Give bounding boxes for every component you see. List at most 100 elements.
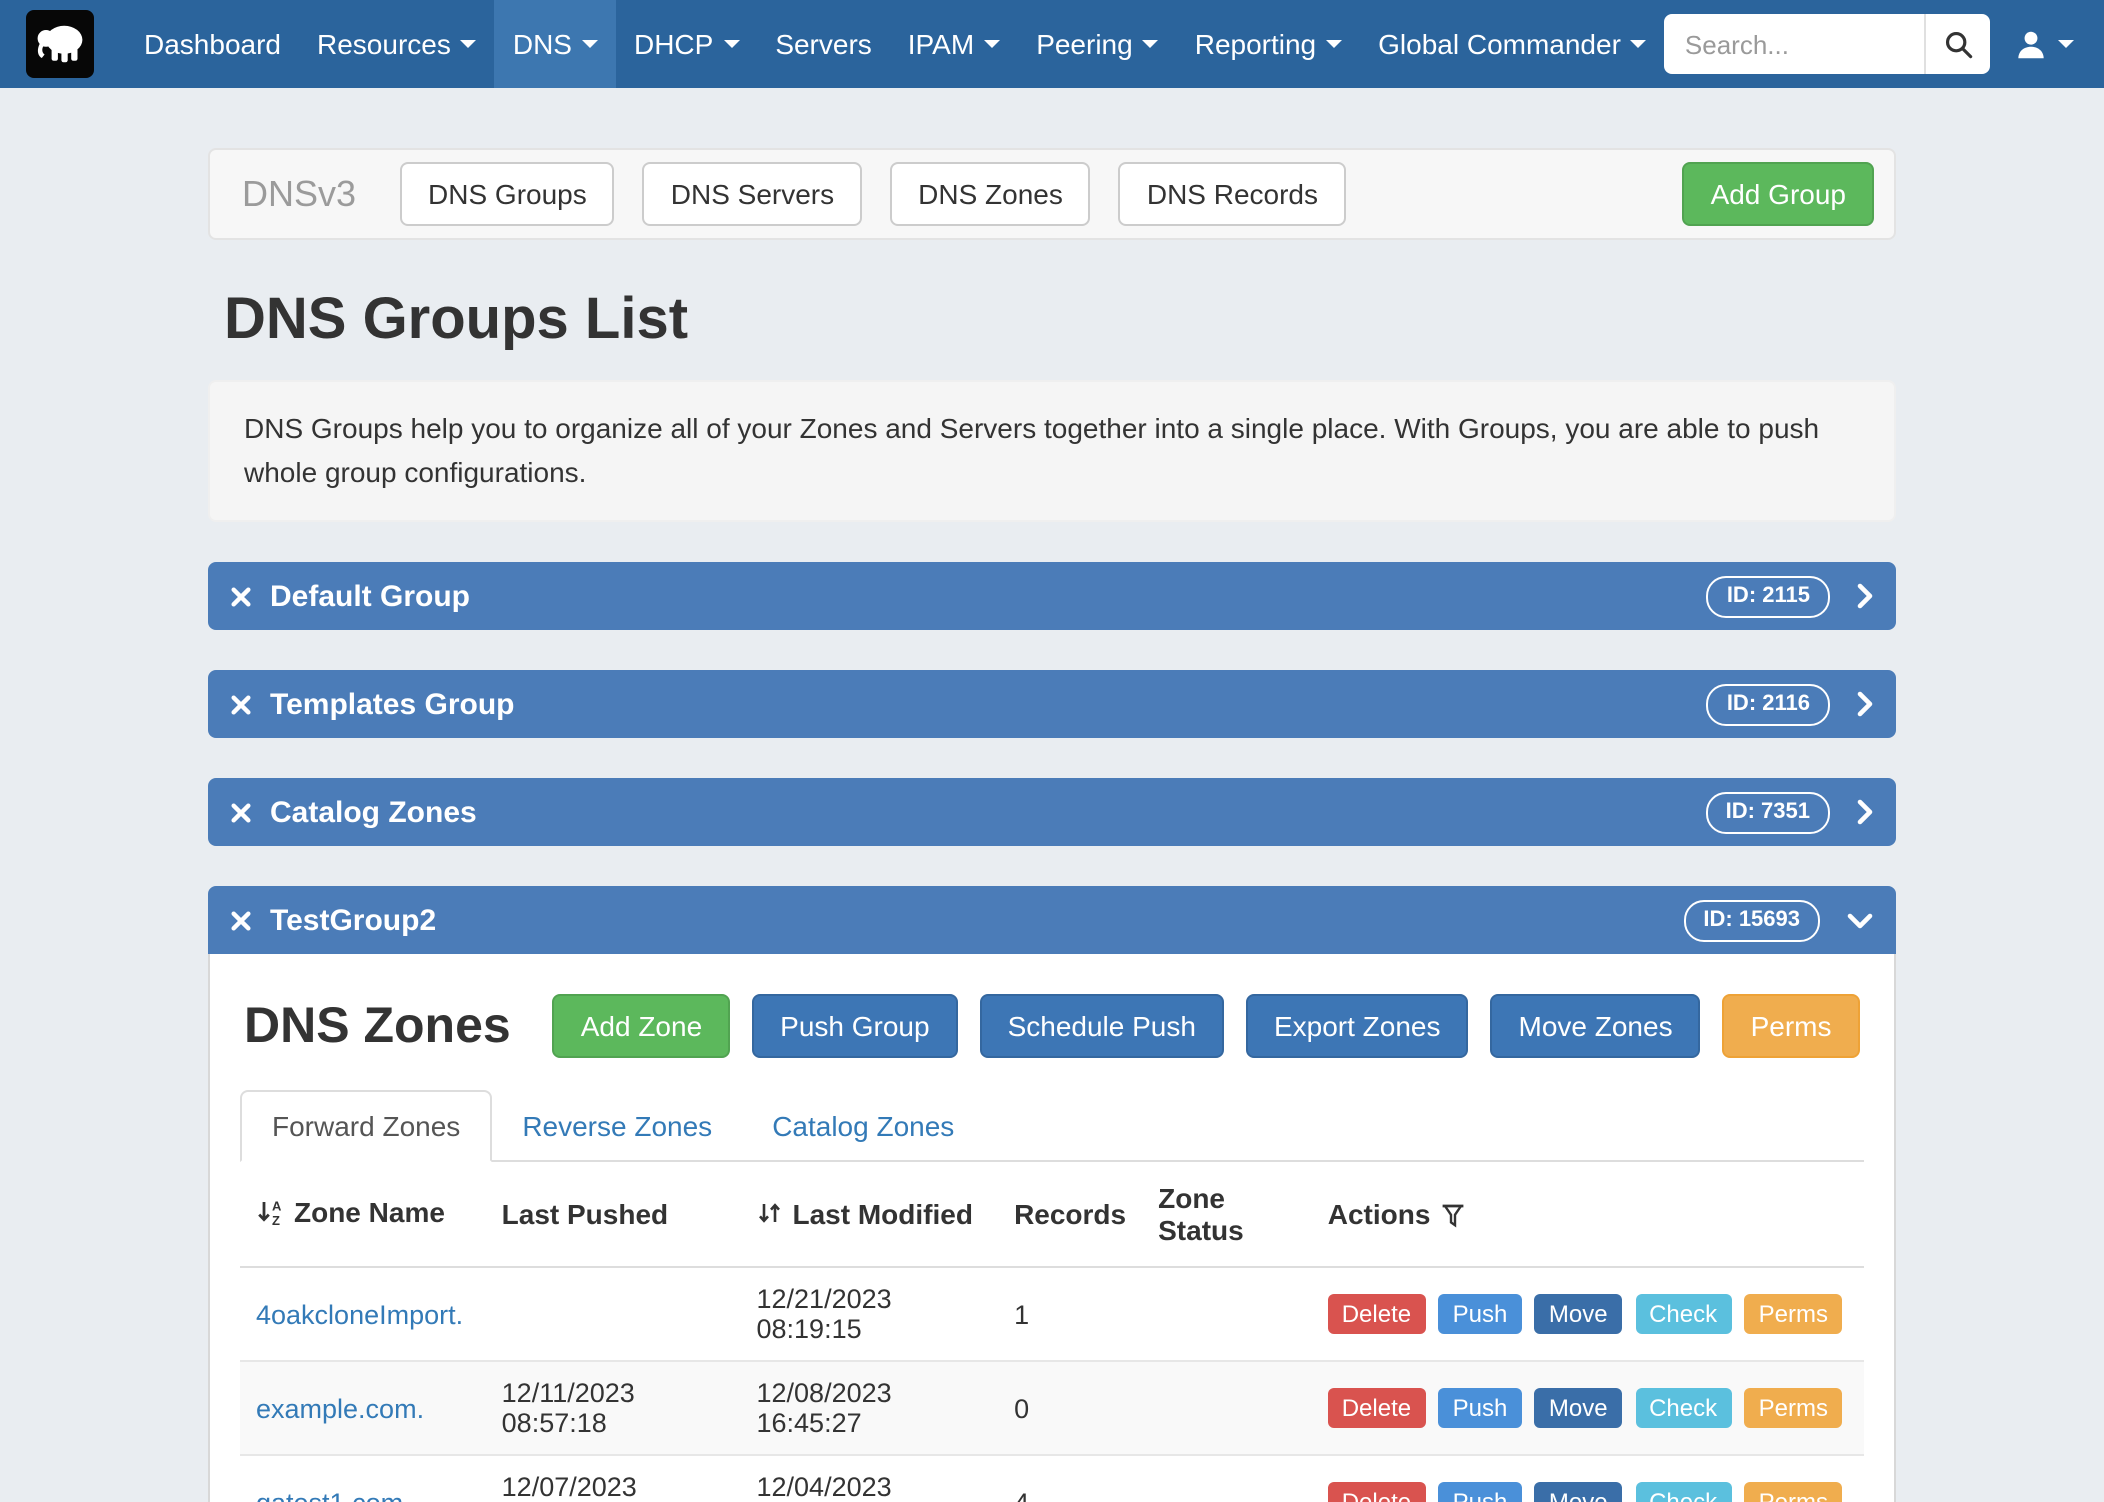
top-navbar: Dashboard Resources DNS DHCP Servers IPA… bbox=[0, 0, 2104, 88]
remove-group-icon[interactable] bbox=[230, 802, 252, 824]
delete-button[interactable]: Delete bbox=[1328, 1389, 1425, 1429]
delete-button[interactable]: Delete bbox=[1328, 1295, 1425, 1335]
check-button[interactable]: Check bbox=[1635, 1483, 1731, 1502]
zone-name-link[interactable]: example.com. bbox=[256, 1394, 424, 1424]
dns-records-button[interactable]: DNS Records bbox=[1119, 162, 1346, 226]
col-last-pushed[interactable]: Last Pushed bbox=[486, 1163, 741, 1268]
zone-name-link[interactable]: 4oakcloneImport. bbox=[256, 1300, 463, 1330]
chevron-right-icon[interactable] bbox=[1856, 691, 1874, 719]
move-button[interactable]: Move bbox=[1535, 1389, 1622, 1429]
nav-item-resources[interactable]: Resources bbox=[299, 0, 495, 88]
col-zone-status[interactable]: Zone Status bbox=[1142, 1163, 1312, 1268]
group-name: Templates Group bbox=[270, 688, 515, 722]
search-button[interactable] bbox=[1925, 14, 1991, 74]
group-bar-right: ID: 2115 bbox=[1707, 576, 1874, 617]
mammoth-logo[interactable] bbox=[26, 10, 94, 78]
nav-item-dashboard[interactable]: Dashboard bbox=[126, 0, 299, 88]
filter-icon[interactable] bbox=[1440, 1202, 1466, 1228]
col-records[interactable]: Records bbox=[998, 1163, 1142, 1268]
user-menu[interactable] bbox=[2011, 27, 2079, 61]
push-button[interactable]: Push bbox=[1439, 1483, 1522, 1502]
perms-row-button[interactable]: Perms bbox=[1745, 1483, 1842, 1502]
caret-down-icon bbox=[723, 40, 739, 48]
navbar-right bbox=[1665, 0, 2079, 88]
perms-button[interactable]: Perms bbox=[1723, 995, 1860, 1059]
remove-group-icon[interactable] bbox=[230, 694, 252, 716]
nav-item-ipam[interactable]: IPAM bbox=[890, 0, 1018, 88]
push-button[interactable]: Push bbox=[1439, 1389, 1522, 1429]
search-icon bbox=[1944, 29, 1974, 59]
caret-down-icon bbox=[1631, 40, 1647, 48]
dns-zones-button[interactable]: DNS Zones bbox=[890, 162, 1091, 226]
check-button[interactable]: Check bbox=[1635, 1389, 1731, 1429]
col-zone-name[interactable]: AZ Zone Name bbox=[240, 1163, 486, 1268]
nav-item-peering[interactable]: Peering bbox=[1018, 0, 1177, 88]
table-row: qatest1.com. 12/07/2023 19:40:07 12/04/2… bbox=[240, 1456, 1864, 1502]
nav-item-servers[interactable]: Servers bbox=[757, 0, 889, 88]
nav-item-global-commander[interactable]: Global Commander bbox=[1360, 0, 1665, 88]
col-last-modified[interactable]: Last Modified bbox=[741, 1163, 999, 1268]
caret-down-icon bbox=[1326, 40, 1342, 48]
delete-button[interactable]: Delete bbox=[1328, 1483, 1425, 1502]
remove-group-icon[interactable] bbox=[230, 586, 252, 608]
caret-down-icon bbox=[582, 40, 598, 48]
page-title: DNS Groups List bbox=[224, 288, 1896, 354]
last-pushed-cell: 12/07/2023 19:40:07 bbox=[486, 1456, 741, 1502]
table-row: 4oakcloneImport. 12/21/2023 08:19:15 1 D… bbox=[240, 1268, 1864, 1362]
records-cell: 0 bbox=[998, 1362, 1142, 1456]
zone-name-link[interactable]: qatest1.com. bbox=[256, 1488, 411, 1502]
page-description: DNS Groups help you to organize all of y… bbox=[208, 380, 1896, 523]
check-button[interactable]: Check bbox=[1635, 1295, 1731, 1335]
push-group-button[interactable]: Push Group bbox=[752, 995, 957, 1059]
chevron-down-icon[interactable] bbox=[1846, 912, 1874, 930]
group-bar-right: ID: 15693 bbox=[1683, 900, 1874, 941]
move-zones-button[interactable]: Move Zones bbox=[1491, 995, 1701, 1059]
add-group-button[interactable]: Add Group bbox=[1683, 162, 1874, 226]
push-button[interactable]: Push bbox=[1439, 1295, 1522, 1335]
records-cell: 4 bbox=[998, 1456, 1142, 1502]
move-button[interactable]: Move bbox=[1535, 1295, 1622, 1335]
nav-item-dns[interactable]: DNS bbox=[495, 0, 616, 88]
group-id-badge: ID: 2116 bbox=[1707, 684, 1830, 725]
nav-item-reporting[interactable]: Reporting bbox=[1177, 0, 1360, 88]
group-bar-templates-group[interactable]: Templates Group ID: 2116 bbox=[208, 671, 1896, 739]
nav-label: Dashboard bbox=[144, 28, 281, 60]
sort-alpha-down-icon[interactable]: AZ bbox=[256, 1199, 284, 1227]
col-label: Zone Name bbox=[294, 1197, 445, 1229]
group-name: TestGroup2 bbox=[270, 904, 436, 938]
group-bar-testgroup2[interactable]: TestGroup2 ID: 15693 bbox=[208, 887, 1896, 955]
nav-label: Servers bbox=[775, 28, 871, 60]
search-input[interactable] bbox=[1665, 14, 1925, 74]
group-bar-right: ID: 7351 bbox=[1706, 792, 1874, 833]
caret-down-icon bbox=[461, 40, 477, 48]
schedule-push-button[interactable]: Schedule Push bbox=[980, 995, 1224, 1059]
zones-panel-title: DNS Zones bbox=[244, 998, 511, 1056]
add-zone-button[interactable]: Add Zone bbox=[553, 995, 730, 1059]
tab-catalog-zones[interactable]: Catalog Zones bbox=[742, 1093, 984, 1161]
group-name: Default Group bbox=[270, 580, 470, 614]
nav-item-dhcp[interactable]: DHCP bbox=[616, 0, 757, 88]
dns-servers-button[interactable]: DNS Servers bbox=[643, 162, 862, 226]
chevron-right-icon[interactable] bbox=[1856, 583, 1874, 611]
tab-forward-zones[interactable]: Forward Zones bbox=[240, 1091, 492, 1163]
perms-row-button[interactable]: Perms bbox=[1745, 1295, 1842, 1335]
search-group bbox=[1665, 14, 1991, 74]
last-pushed-cell: 12/11/2023 08:57:18 bbox=[486, 1362, 741, 1456]
group-bar-catalog-zones[interactable]: Catalog Zones ID: 7351 bbox=[208, 779, 1896, 847]
perms-row-button[interactable]: Perms bbox=[1745, 1389, 1842, 1429]
dns-groups-button[interactable]: DNS Groups bbox=[400, 162, 615, 226]
sort-icon[interactable] bbox=[757, 1200, 783, 1226]
tab-reverse-zones[interactable]: Reverse Zones bbox=[492, 1093, 742, 1161]
nav-label: IPAM bbox=[908, 28, 974, 60]
table-row: example.com. 12/11/2023 08:57:18 12/08/2… bbox=[240, 1362, 1864, 1456]
group-name: Catalog Zones bbox=[270, 796, 477, 830]
nav-label: Resources bbox=[317, 28, 451, 60]
col-actions: Actions bbox=[1312, 1163, 1864, 1268]
group-bar-default-group[interactable]: Default Group ID: 2115 bbox=[208, 563, 1896, 631]
last-modified-cell: 12/04/2023 14:51:06 bbox=[741, 1456, 999, 1502]
last-pushed-cell bbox=[486, 1268, 741, 1362]
export-zones-button[interactable]: Export Zones bbox=[1246, 995, 1469, 1059]
remove-group-icon[interactable] bbox=[230, 910, 252, 932]
move-button[interactable]: Move bbox=[1535, 1483, 1622, 1502]
chevron-right-icon[interactable] bbox=[1856, 799, 1874, 827]
